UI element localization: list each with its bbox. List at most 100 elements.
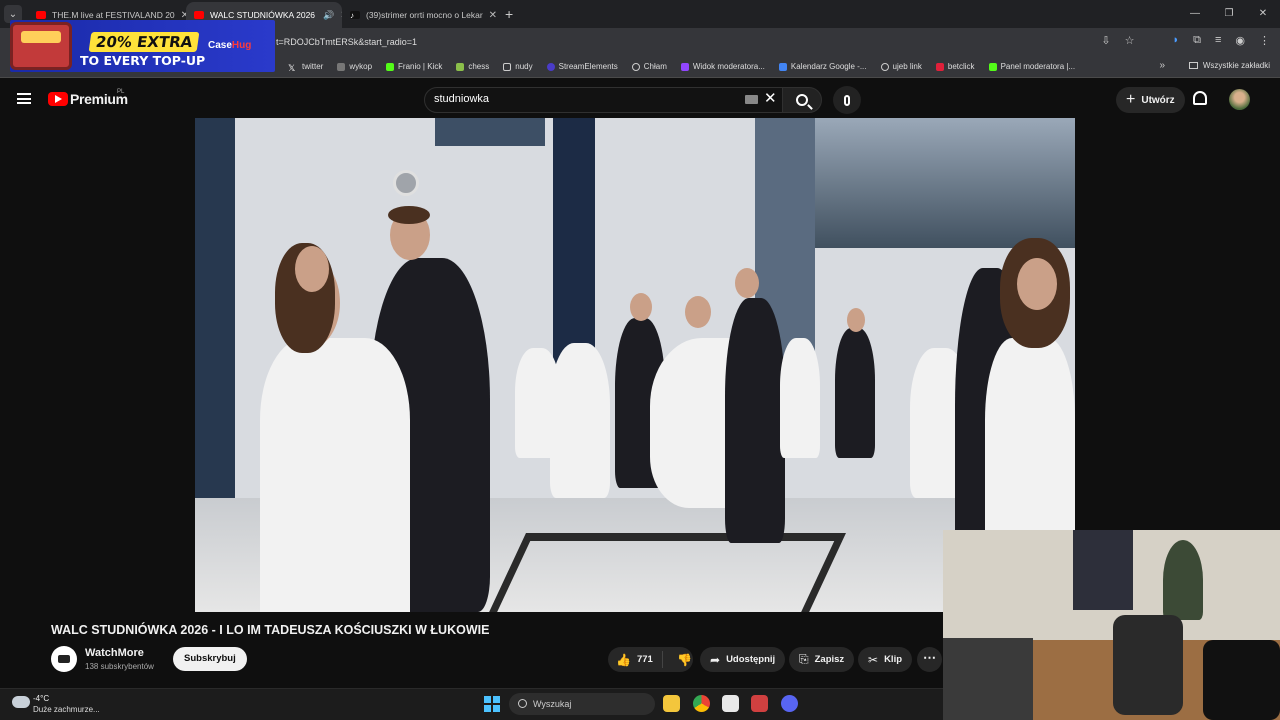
voice-search-button[interactable] [833, 86, 861, 114]
account-avatar[interactable] [1229, 89, 1250, 110]
toolbar-icons: ⇩ ☆ ◗ ⧉ ≡ ◉ ⋮ [1101, 34, 1270, 47]
dancer [780, 338, 820, 458]
subscribe-button[interactable]: Subskrybuj [173, 647, 247, 671]
url-text[interactable]: t=RDOJCbTmtERSk&start_radio=1 [276, 37, 417, 47]
youtube-logo-icon[interactable] [48, 92, 68, 106]
hamburger-menu-icon[interactable] [17, 93, 31, 104]
minimize-icon[interactable]: — [1178, 0, 1212, 28]
close-window-icon[interactable]: ✕ [1246, 0, 1280, 28]
restore-icon[interactable]: ❐ [1212, 0, 1246, 28]
create-label: Utwórz [1141, 94, 1175, 106]
kick-icon [988, 62, 997, 71]
video-scene-balcony [815, 118, 1075, 248]
windows-taskbar [0, 688, 943, 720]
channel-avatar[interactable] [51, 646, 77, 672]
bookmark-label: Franio | Kick [398, 62, 443, 71]
clear-search-icon[interactable]: ✕ [764, 89, 777, 107]
folder-icon [1188, 62, 1198, 69]
treasure-chest-icon [10, 22, 72, 70]
bookmark-item[interactable]: Widok moderatora... [680, 62, 765, 71]
channel-logo-icon [58, 655, 70, 663]
dancer-head [685, 296, 711, 328]
bookmark-item[interactable]: Panel moderatora |... [988, 62, 1075, 71]
media-icon[interactable]: ≡ [1215, 34, 1221, 47]
speaker-icon[interactable]: 🔊 [323, 10, 334, 21]
globe-icon [631, 62, 640, 71]
youtube-favicon-icon [194, 11, 204, 19]
weather-description[interactable]: Duże zachmurze... [33, 705, 100, 714]
bookmark-item[interactable]: wykop [337, 62, 372, 71]
search-query[interactable]: studniowka [434, 93, 489, 105]
app-icon[interactable] [722, 695, 739, 712]
close-icon[interactable]: ✕ [334, 10, 342, 21]
brand-part: Case [208, 40, 232, 51]
tiktok-favicon-icon: ♪ [350, 11, 360, 20]
save-button[interactable]: ⎘ Zapisz [789, 647, 855, 672]
taskbar-search[interactable]: Wyszukaj [509, 693, 655, 715]
bookmark-label: StreamElements [558, 62, 618, 71]
more-actions-icon[interactable]: ⋯ [917, 647, 942, 672]
bookmark-label: Chłam [643, 62, 667, 71]
clip-label: Klip [884, 654, 903, 665]
chess-pawn-icon [456, 62, 465, 71]
notifications-bell-icon[interactable] [1193, 91, 1207, 105]
dancer [260, 338, 410, 612]
clip-button[interactable]: ✂ Klip [858, 647, 913, 672]
like-button[interactable]: 👍 771 [608, 651, 663, 668]
bookmark-item[interactable]: nudy [503, 62, 533, 71]
chevron-right-icon[interactable]: » [1159, 60, 1165, 71]
dancer [725, 298, 785, 543]
ad-subline: TO EVERY TOP-UP [80, 53, 206, 68]
bookmark-item[interactable]: 𝕏twitter [288, 62, 323, 73]
discord-icon[interactable] [781, 695, 798, 712]
windows-start-icon[interactable] [484, 696, 500, 712]
bookmark-item[interactable]: Franio | Kick [386, 62, 442, 71]
bookmark-label: wykop [349, 62, 373, 71]
wykop-icon [337, 62, 346, 71]
search-button[interactable] [782, 87, 822, 113]
new-tab-button[interactable]: + [505, 6, 513, 22]
webcam-cabinet [943, 638, 1033, 720]
share-button[interactable]: ➦ Udostępnij [700, 647, 786, 672]
bookmark-item[interactable]: ujeb link [880, 62, 922, 71]
app-icon[interactable] [751, 695, 768, 712]
webcam-doorway [1073, 530, 1133, 610]
bookmark-icon: ⎘ [799, 652, 809, 666]
dancer-hair [388, 206, 430, 224]
tab-tiktok[interactable]: ♪ (39)strimer orrti mocno o Lekar ✕ [342, 2, 497, 28]
taskbar-search-placeholder: Wyszukaj [533, 699, 572, 709]
google-calendar-icon [778, 62, 787, 71]
weather-cloud-icon[interactable] [12, 692, 30, 708]
install-icon[interactable]: ⇩ [1101, 34, 1110, 47]
menu-icon[interactable]: ⋮ [1259, 34, 1270, 47]
dancer [550, 343, 610, 498]
bookmark-item[interactable]: chess [456, 62, 489, 71]
bookmark-item[interactable]: Kalendarz Google -... [778, 62, 867, 71]
keyboard-icon[interactable] [745, 95, 758, 104]
bookmark-item[interactable]: Chłam [631, 62, 667, 71]
dislike-button[interactable]: 👎 [669, 653, 692, 667]
weather-temperature[interactable]: -4°C [33, 694, 49, 703]
close-icon[interactable]: ✕ [483, 10, 497, 21]
create-button[interactable]: + Utwórz [1116, 87, 1185, 113]
channel-name[interactable]: WatchMore [85, 647, 144, 659]
bookmark-item[interactable]: StreamElements [546, 62, 618, 71]
profile-icon[interactable]: ◉ [1235, 34, 1245, 47]
globe-icon [880, 62, 889, 71]
share-arrow-icon: ➦ [710, 652, 721, 667]
tab-title: WALC STUDNIÓWKA 2026 [210, 10, 316, 20]
all-bookmarks[interactable]: Wszystkie zakładki [1188, 61, 1270, 70]
bookmark-label: nudy [515, 62, 533, 71]
extension-icon[interactable]: ◗ [1172, 34, 1179, 47]
bookmark-star-icon[interactable]: ☆ [1125, 34, 1135, 47]
casehug-ad-banner[interactable]: 20% EXTRA TO EVERY TOP-UP CaseHug [10, 20, 275, 72]
chrome-icon[interactable] [693, 695, 710, 712]
bookmark-item[interactable]: betclick [935, 62, 975, 71]
close-icon[interactable]: ✕ [175, 10, 186, 21]
video-scene-floor-inlay [484, 533, 846, 612]
file-explorer-icon[interactable] [663, 695, 680, 712]
puzzle-icon[interactable]: ⧉ [1193, 34, 1201, 47]
webcam-overlay [943, 530, 1280, 720]
twitch-icon [680, 62, 689, 71]
